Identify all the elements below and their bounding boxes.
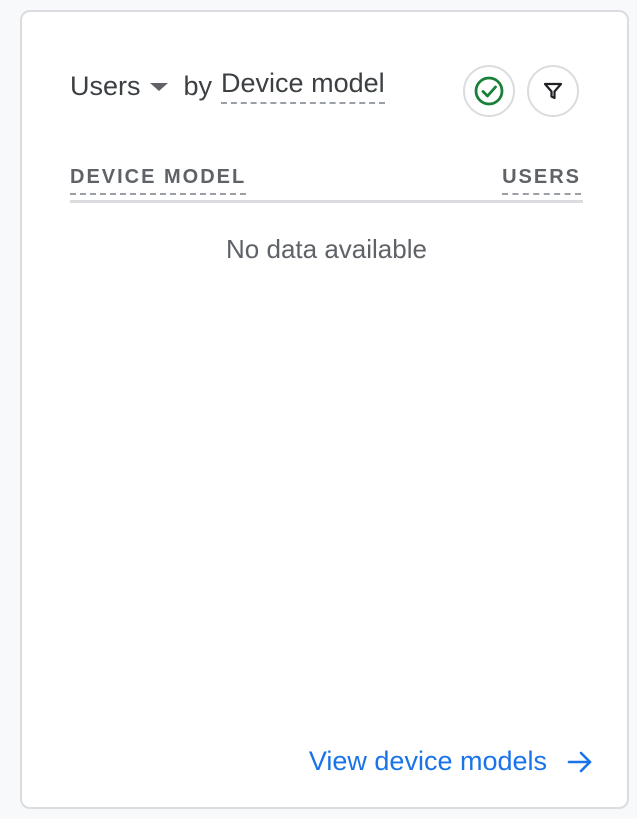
filter-button[interactable] [527, 65, 579, 117]
filter-icon [543, 82, 563, 100]
status-button[interactable] [463, 65, 515, 117]
view-device-models-label: View device models [308, 746, 547, 776]
column-header-device-model[interactable]: DEVICE MODEL [70, 166, 247, 195]
check-circle-icon [474, 76, 504, 106]
by-label: by [183, 70, 213, 101]
view-device-models-link[interactable]: View device models [309, 746, 593, 777]
device-model-card: Users by Device model DEVICE MODEL USERS… [20, 10, 629, 809]
column-header-users[interactable]: USERS [502, 166, 581, 195]
metric-label: Users [70, 70, 141, 101]
table-divider [70, 200, 583, 203]
arrow-right-icon [567, 749, 593, 775]
card-title: Users by Device model [70, 64, 385, 108]
empty-state-message: No data available [226, 234, 427, 264]
dimension-label[interactable]: Device model [221, 68, 385, 104]
caret-down-icon [149, 83, 168, 91]
metric-selector[interactable]: Users [70, 71, 184, 102]
